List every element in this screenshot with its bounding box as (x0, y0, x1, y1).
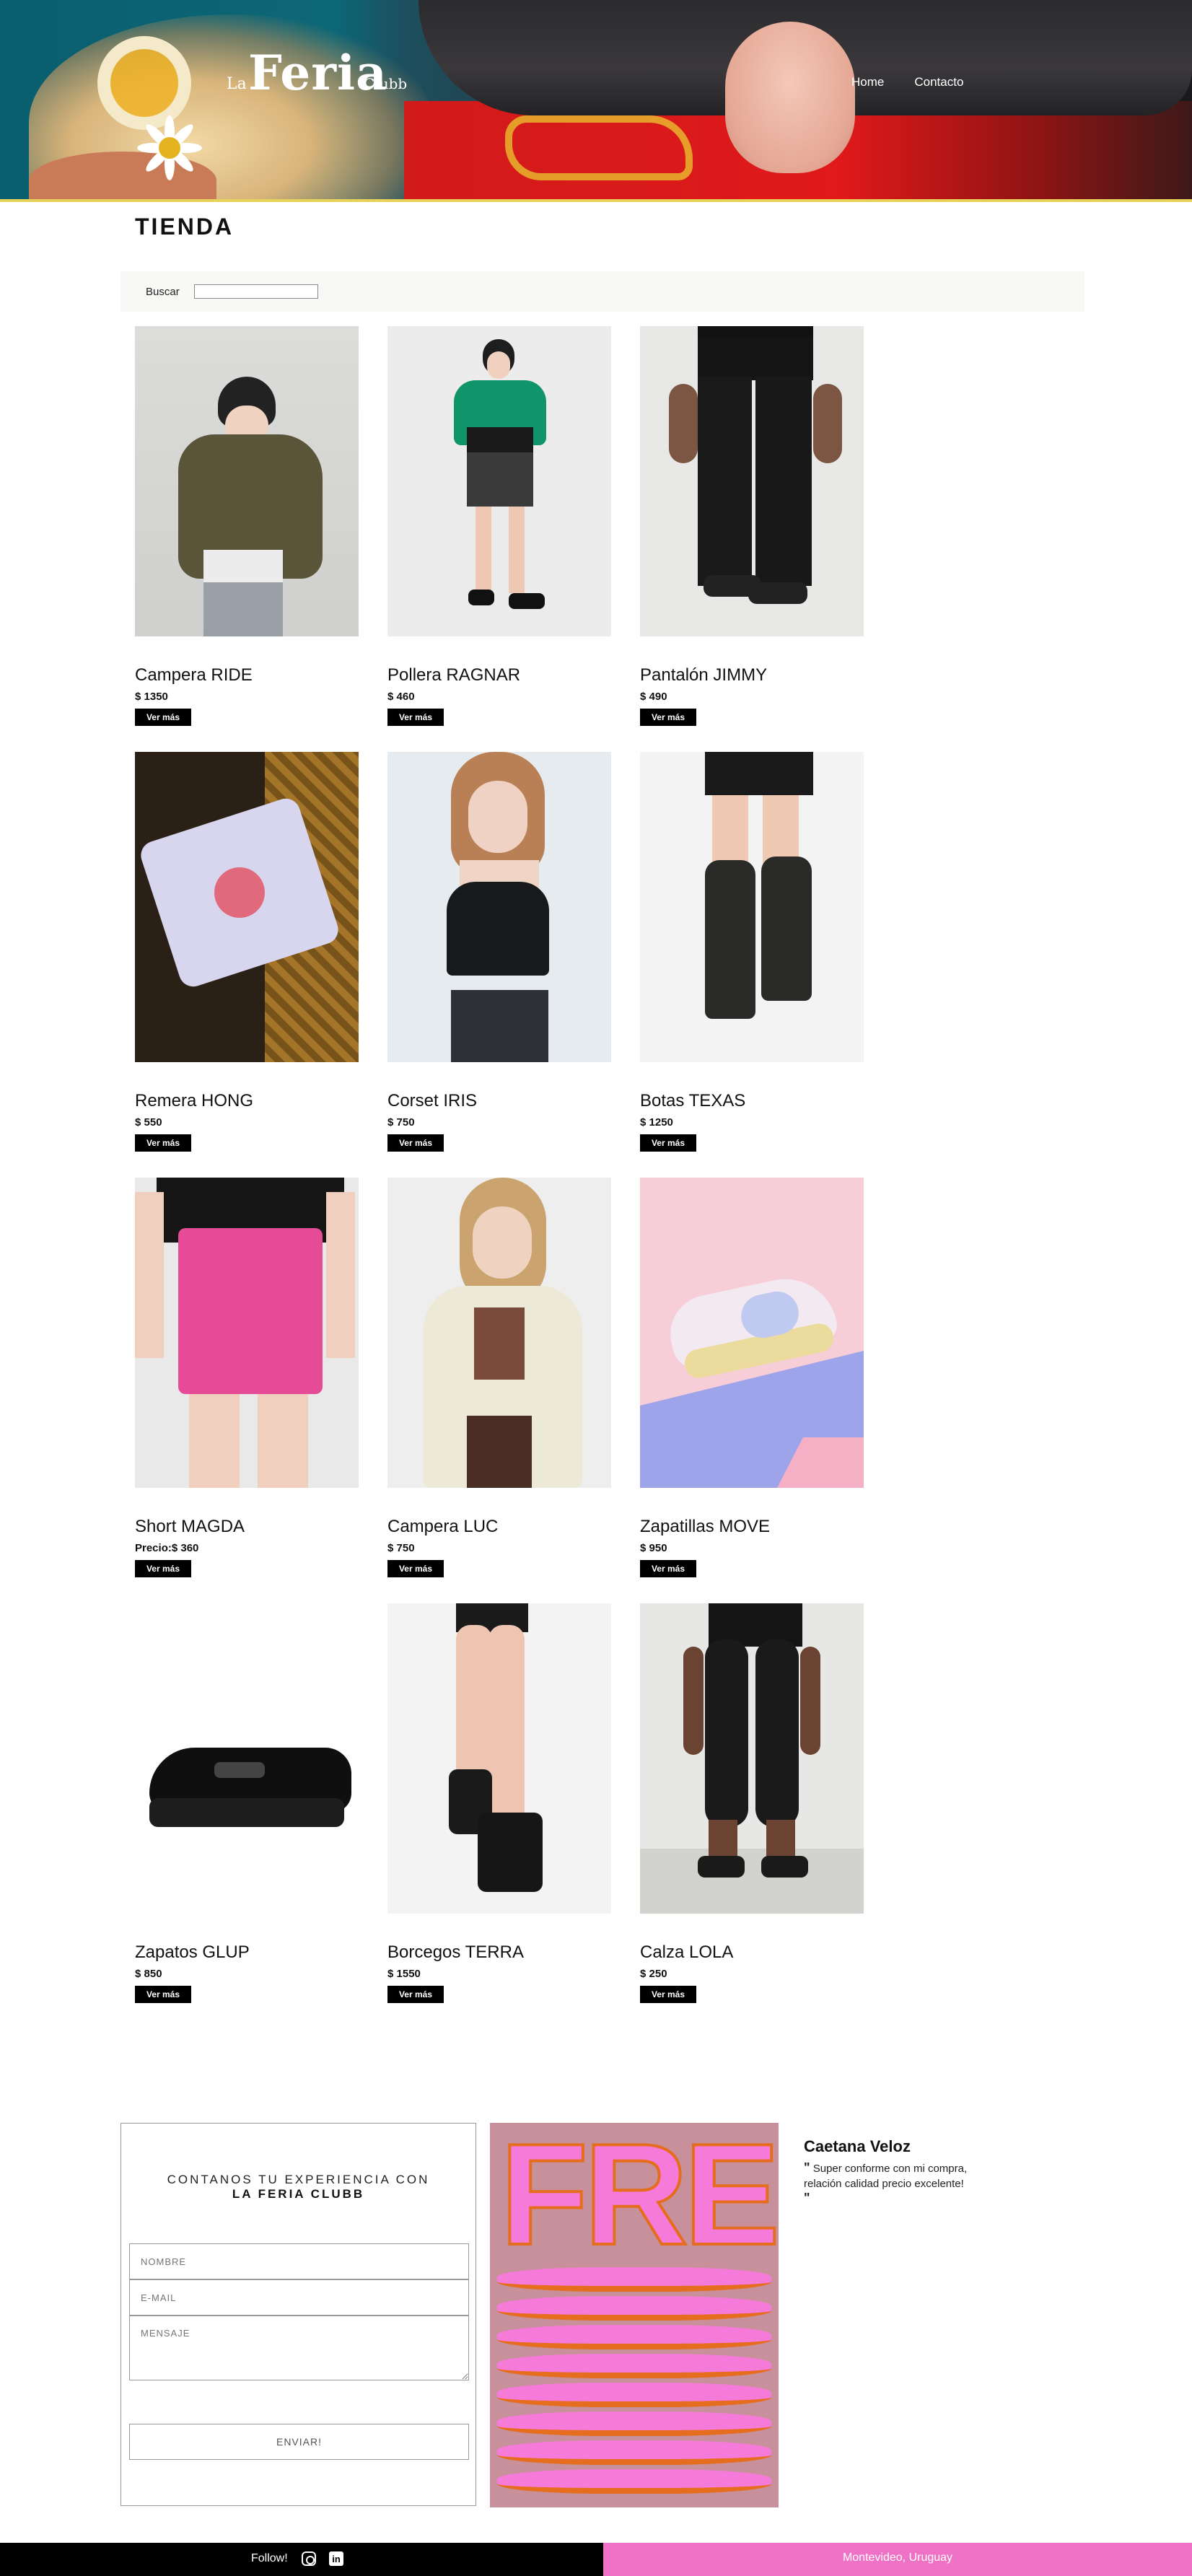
product-name: Pantalón JIMMY (640, 665, 768, 685)
product-price: $ 850 (135, 1968, 162, 1980)
product-name: Botas TEXAS (640, 1091, 746, 1110)
product-image-campera-ride[interactable] (135, 326, 359, 636)
product-image-short-magda[interactable] (135, 1178, 359, 1488)
product-name: Zapatos GLUP (135, 1942, 250, 1962)
main-nav: Home Contacto (851, 75, 963, 89)
product-name: Pollera RAGNAR (387, 665, 521, 685)
product-card[interactable]: Remera HONG $ 550 Ver más (135, 752, 360, 1156)
view-more-button[interactable]: Ver más (387, 709, 444, 726)
product-name: Borcegos TERRA (387, 1942, 524, 1962)
product-card[interactable]: Borcegos TERRA $ 1550 Ver más (387, 1603, 613, 2007)
form-title: CONTANOS TU EXPERIENCIA CON (167, 2173, 430, 2186)
logo-feria: Feria (248, 45, 387, 101)
follow-label: Follow! (251, 2552, 288, 2564)
view-more-button[interactable]: Ver más (135, 1134, 191, 1152)
name-field[interactable] (129, 2243, 469, 2279)
product-image-campera-luc[interactable] (387, 1178, 611, 1488)
product-name: Corset IRIS (387, 1091, 478, 1110)
logo-la: La (227, 75, 247, 93)
view-more-button[interactable]: Ver más (640, 1560, 696, 1577)
product-price: $ 550 (135, 1116, 162, 1129)
product-card[interactable]: Botas TEXAS $ 1250 Ver más (640, 752, 865, 1156)
free-poster: FREE (490, 2123, 779, 2507)
product-card[interactable]: Short MAGDA Precio:$ 360 Ver más (135, 1178, 360, 1582)
product-name: Calza LOLA (640, 1942, 734, 1962)
product-card[interactable]: Corset IRIS $ 750 Ver más (387, 752, 613, 1156)
view-more-button[interactable]: Ver más (640, 1986, 696, 2003)
hero-shirt-pattern (505, 115, 693, 180)
product-image-pollera-ragnar[interactable] (387, 326, 611, 636)
product-card[interactable]: Campera RIDE $ 1350 Ver más (135, 326, 360, 730)
linkedin-icon[interactable]: in (329, 2551, 343, 2566)
product-name: Campera LUC (387, 1517, 499, 1536)
product-image-zapatos-glup[interactable] (135, 1603, 359, 1914)
testimonial-author: Caetana Veloz (804, 2137, 911, 2155)
poster-text: FREE (499, 2123, 779, 2275)
close-quote-icon: " (804, 2191, 810, 2205)
instagram-icon[interactable] (302, 2551, 316, 2566)
hero-hand (725, 22, 855, 173)
product-image-pantalon-jimmy[interactable] (640, 326, 864, 636)
view-more-button[interactable]: Ver más (387, 1986, 444, 2003)
product-price: $ 1350 (135, 691, 168, 703)
footer-location: Montevideo, Uruguay (842, 2551, 953, 2564)
view-more-button[interactable]: Ver más (135, 1560, 191, 1577)
open-quote-icon: " (804, 2160, 810, 2175)
contact-form: CONTANOS TU EXPERIENCIA CON LA FERIA CLU… (120, 2123, 476, 2506)
view-more-button[interactable]: Ver más (640, 1134, 696, 1152)
page-title: TIENDA (135, 214, 235, 240)
product-price: $ 460 (387, 691, 415, 703)
view-more-button[interactable]: Ver más (387, 1134, 444, 1152)
daisy-icon (137, 115, 202, 180)
product-price: $ 1250 (640, 1116, 673, 1129)
product-card[interactable]: Zapatillas MOVE $ 950 Ver más (640, 1178, 865, 1582)
testimonial-body: Super conforme con mi compra, relación c… (804, 2163, 968, 2190)
search-bar: Buscar (120, 271, 1084, 312)
product-image-calza-lola[interactable] (640, 1603, 864, 1914)
product-name: Zapatillas MOVE (640, 1517, 771, 1536)
product-card[interactable]: Zapatos GLUP $ 850 Ver más (135, 1603, 360, 2007)
product-name: Campera RIDE (135, 665, 253, 685)
search-input[interactable] (193, 284, 318, 299)
product-price: $ 490 (640, 691, 667, 703)
product-image-zapatillas-move[interactable] (640, 1178, 864, 1488)
nav-home-link[interactable]: Home (851, 75, 884, 89)
form-subtitle: LA FERIA CLUBB (232, 2187, 365, 2201)
product-card[interactable]: Pantalón JIMMY $ 490 Ver más (640, 326, 865, 730)
product-card[interactable]: Calza LOLA $ 250 Ver más (640, 1603, 865, 2007)
page: La Feria Clubb Home Contacto TIENDA Busc… (0, 0, 1192, 2576)
product-name: Remera HONG (135, 1091, 254, 1110)
logo-clubb: Clubb (364, 75, 408, 92)
view-more-button[interactable]: Ver más (387, 1560, 444, 1577)
nav-contact-link[interactable]: Contacto (914, 75, 963, 89)
search-label: Buscar (146, 285, 180, 298)
product-name: Short MAGDA (135, 1517, 245, 1536)
product-image-corset-iris[interactable] (387, 752, 611, 1062)
email-field[interactable] (129, 2279, 469, 2316)
product-image-botas-texas[interactable] (640, 752, 864, 1062)
view-more-button[interactable]: Ver más (135, 1986, 191, 2003)
product-price: $ 750 (387, 1542, 415, 1554)
testimonial-text: " Super conforme con mi compra, relación… (804, 2160, 991, 2191)
view-more-button[interactable]: Ver más (640, 709, 696, 726)
product-price: Precio:$ 360 (135, 1542, 199, 1554)
product-image-borcegos-terra[interactable] (387, 1603, 611, 1914)
product-price: $ 950 (640, 1542, 667, 1554)
hero-banner: La Feria Clubb Home Contacto (0, 0, 1192, 202)
hero-divider (0, 199, 1192, 202)
submit-button[interactable]: ENVIAR! (129, 2424, 469, 2460)
message-field[interactable] (129, 2316, 469, 2380)
product-image-remera-hong[interactable] (135, 752, 359, 1062)
product-price: $ 750 (387, 1116, 415, 1129)
product-card[interactable]: Pollera RAGNAR $ 460 Ver más (387, 326, 613, 730)
product-price: $ 250 (640, 1968, 667, 1980)
product-price: $ 1550 (387, 1968, 421, 1980)
product-card[interactable]: Campera LUC $ 750 Ver más (387, 1178, 613, 1582)
view-more-button[interactable]: Ver más (135, 709, 191, 726)
